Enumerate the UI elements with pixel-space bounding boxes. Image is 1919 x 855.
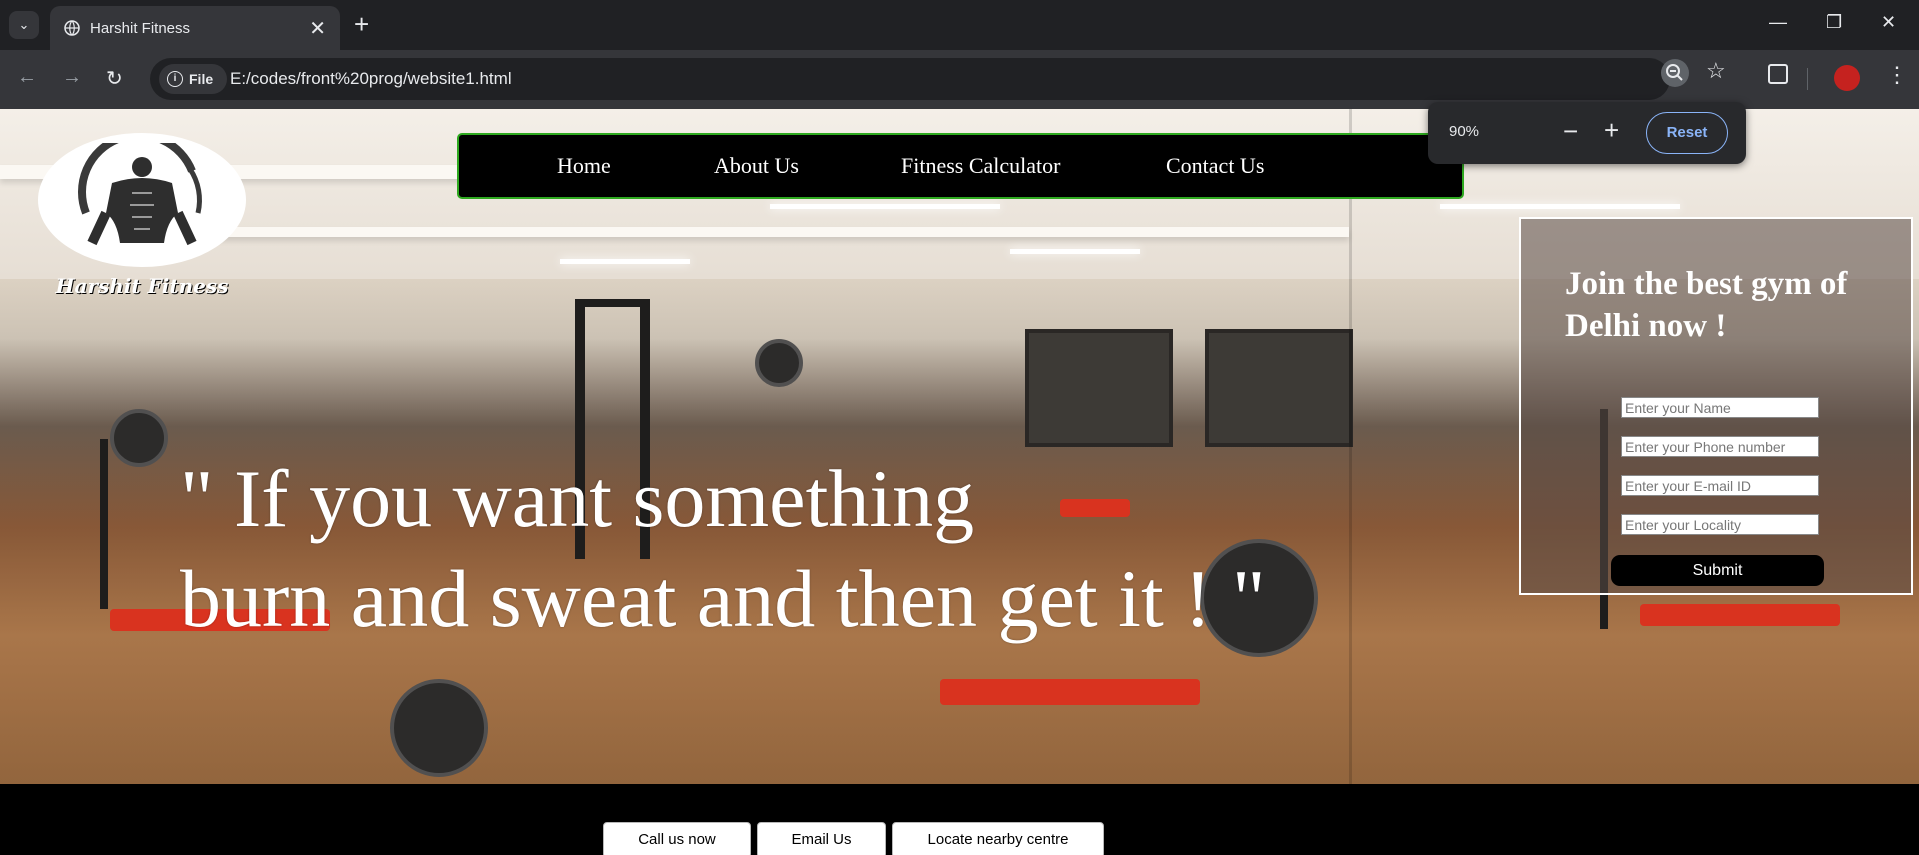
name-input[interactable] <box>1621 397 1819 418</box>
quote-line-2: burn and sweat and then get it ! " <box>180 553 1266 644</box>
gym-window <box>1025 329 1173 447</box>
image-seam <box>1349 109 1352 784</box>
red-bench <box>940 679 1200 705</box>
address-bar[interactable]: i File E:/codes/front%20prog/website1.ht… <box>150 58 1670 100</box>
gym-window <box>1205 329 1353 447</box>
brand-logo[interactable] <box>38 133 246 267</box>
ceiling-light <box>770 204 1000 209</box>
nav-about-us[interactable]: About Us <box>714 153 799 179</box>
ceiling-light <box>1440 204 1680 209</box>
ceiling-light <box>1010 249 1140 254</box>
browser-toolbar: ← → ↻ i File E:/codes/front%20prog/websi… <box>0 50 1919 109</box>
toolbar-divider <box>1807 68 1808 90</box>
back-icon[interactable]: ← <box>17 66 37 89</box>
nav-contact-us[interactable]: Contact Us <box>1166 153 1264 179</box>
email-us-button[interactable]: Email Us <box>757 822 886 855</box>
forward-icon[interactable]: → <box>62 66 82 89</box>
info-icon: i <box>167 71 183 87</box>
close-tab-icon[interactable]: ✕ <box>309 16 326 41</box>
join-form: Join the best gym of Delhi now ! Submit <box>1519 217 1913 595</box>
globe-icon <box>64 20 80 36</box>
brand-name: Harshit Fitness <box>55 274 229 298</box>
email-input[interactable] <box>1621 475 1819 496</box>
menu-kebab-icon[interactable]: ⋮ <box>1886 62 1908 88</box>
page-viewport: Harshit Fitness Home About Us Fitness Ca… <box>0 109 1919 855</box>
submit-button[interactable]: Submit <box>1611 555 1824 586</box>
gym-rack <box>100 439 108 609</box>
muscle-man-icon <box>78 143 202 246</box>
tab-strip: ⌄ Harshit Fitness ✕ + — ❐ ✕ <box>0 0 1919 50</box>
reload-icon[interactable]: ↻ <box>106 66 123 91</box>
zoom-reset-button[interactable]: Reset <box>1646 112 1728 154</box>
zoom-level: 90% <box>1449 123 1480 140</box>
extensions-icon[interactable] <box>1768 64 1788 84</box>
gym-rack <box>575 299 650 307</box>
ceiling-light <box>560 259 690 264</box>
zoom-in-button[interactable]: + <box>1604 115 1619 146</box>
close-window-icon[interactable]: ✕ <box>1881 12 1896 33</box>
zoom-icon[interactable] <box>1661 59 1689 87</box>
site-info-chip[interactable]: i File <box>159 64 227 94</box>
locate-centre-button[interactable]: Locate nearby centre <box>892 822 1104 855</box>
new-tab-button[interactable]: + <box>354 10 369 38</box>
red-bench <box>1640 604 1840 626</box>
tab-search-icon[interactable]: ⌄ <box>9 11 39 39</box>
nav-fitness-calculator[interactable]: Fitness Calculator <box>901 153 1060 179</box>
url-text[interactable]: E:/codes/front%20prog/website1.html <box>230 69 512 89</box>
zoom-popup: 90% − + Reset <box>1428 102 1746 164</box>
zoom-out-button[interactable]: − <box>1563 116 1578 147</box>
weight-plate <box>110 409 168 467</box>
star-icon[interactable]: ☆ <box>1706 58 1726 84</box>
restore-icon[interactable]: ❐ <box>1826 12 1842 33</box>
hero-quote: " If you want something burn and sweat a… <box>180 449 1266 649</box>
form-title: Join the best gym of Delhi now ! <box>1565 266 1848 344</box>
minimize-icon[interactable]: — <box>1769 12 1787 33</box>
tab-title: Harshit Fitness <box>90 20 191 37</box>
weight-plate <box>390 679 488 777</box>
quote-line-1: " If you want something <box>180 453 975 544</box>
main-navbar: Home About Us Fitness Calculator Contact… <box>457 133 1464 199</box>
file-chip-label: File <box>189 71 214 87</box>
browser-tab[interactable]: Harshit Fitness ✕ <box>50 6 340 50</box>
locality-input[interactable] <box>1621 514 1819 535</box>
nav-home[interactable]: Home <box>557 153 611 179</box>
call-us-button[interactable]: Call us now <box>603 822 751 855</box>
ceiling-beam <box>120 227 1349 237</box>
weight-plate <box>755 339 803 387</box>
profile-avatar[interactable] <box>1834 65 1860 91</box>
phone-input[interactable] <box>1621 436 1819 457</box>
